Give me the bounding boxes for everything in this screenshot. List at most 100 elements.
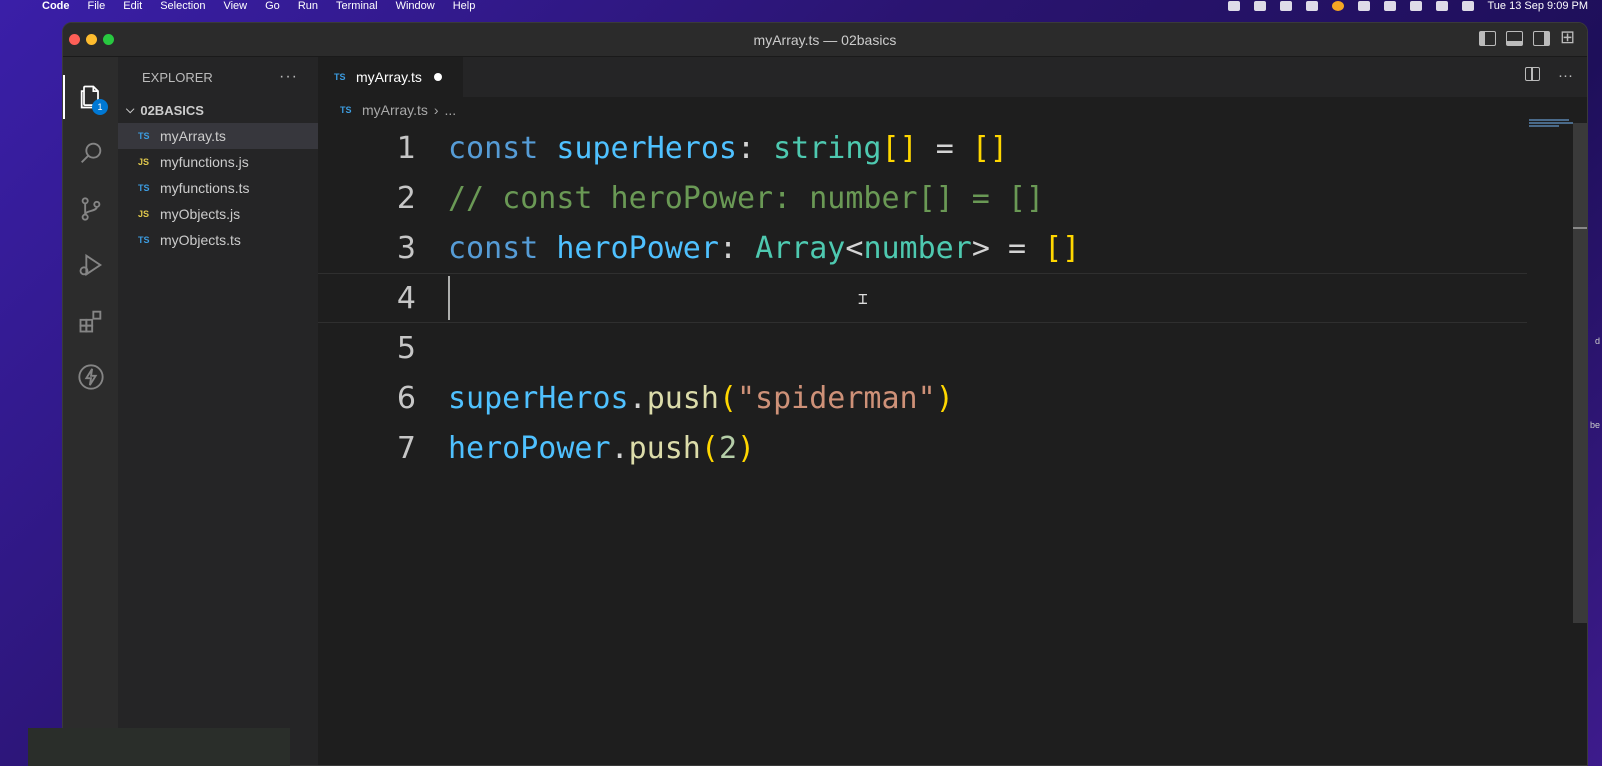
line-number: 3: [396, 230, 416, 266]
menu-help[interactable]: Help: [453, 0, 476, 12]
javascript-file-icon: JS: [138, 209, 150, 219]
editor-more-button[interactable]: ···: [1558, 67, 1573, 84]
window-title: myArray.ts — 02basics: [753, 31, 897, 48]
orange-dot-tray-icon[interactable]: [1331, 1, 1344, 11]
typescript-file-icon: TS: [334, 72, 346, 82]
code-token: <: [845, 230, 864, 266]
tab-label: myArray.ts: [356, 69, 422, 85]
webcam-overlay: [28, 728, 290, 766]
code-token: Array: [755, 230, 846, 266]
code-editor[interactable]: 1 const superHeros: string[] = [] 2 // c…: [318, 123, 1527, 473]
customize-layout-icon[interactable]: [1560, 27, 1577, 48]
file-item-myobjects-ts[interactable]: TS myObjects.ts: [118, 227, 318, 253]
toggle-panel-icon[interactable]: [1506, 31, 1523, 46]
file-item-myarray-ts[interactable]: TS myArray.ts: [118, 123, 318, 149]
menu-selection[interactable]: Selection: [160, 0, 205, 12]
code-token: >: [971, 230, 990, 266]
camera-tray-icon[interactable]: [1227, 1, 1240, 11]
file-item-myobjects-js[interactable]: JS myObjects.js: [118, 201, 318, 227]
notes-tray-icon[interactable]: [1253, 1, 1266, 11]
edge-label: d: [1594, 336, 1600, 346]
line-number: 6: [396, 380, 416, 416]
code-token: []: [971, 130, 1008, 166]
creative-cloud-tray-icon[interactable]: [1279, 1, 1292, 11]
minimap[interactable]: [1529, 119, 1573, 133]
layout-controls: [1479, 27, 1577, 48]
file-name: myObjects.ts: [160, 232, 241, 248]
code-token: 2: [718, 430, 737, 466]
menu-file[interactable]: File: [88, 0, 106, 12]
code-line[interactable]: 6 superHeros. push("spiderman"): [318, 373, 1527, 423]
tab-myarray-ts[interactable]: TS myArray.ts: [318, 57, 463, 97]
lightning-icon: [77, 364, 104, 390]
menu-edit[interactable]: Edit: [123, 0, 142, 12]
code-token: string: [773, 130, 882, 166]
run-debug-activity-button[interactable]: [63, 237, 118, 293]
typescript-file-icon: TS: [138, 131, 150, 141]
code-line-current[interactable]: 4 ⌶: [318, 273, 1527, 323]
source-control-icon: [81, 197, 100, 221]
zoom-window-button[interactable]: [103, 34, 114, 45]
folder-name: 02BASICS: [140, 102, 204, 118]
minimize-window-button[interactable]: [86, 34, 97, 45]
text-cursor: [448, 276, 450, 320]
search-tray-icon[interactable]: [1435, 1, 1448, 11]
line-number: 7: [396, 430, 416, 466]
edge-label: be: [1589, 420, 1600, 430]
extensions-activity-button[interactable]: [63, 293, 118, 349]
file-item-myfunctions-js[interactable]: JS myfunctions.js: [118, 149, 318, 175]
code-line[interactable]: 7 heroPower. push(2): [318, 423, 1527, 473]
line-number: 5: [396, 330, 416, 366]
code-token: (: [718, 380, 737, 416]
thunder-client-activity-button[interactable]: [63, 349, 118, 405]
code-token: push: [646, 380, 719, 416]
breadcrumb: TS myArray.ts › ...: [318, 97, 1587, 123]
code-line[interactable]: 3 const heroPower: Array < number > = []: [318, 223, 1527, 273]
breadcrumb-symbols[interactable]: ...: [445, 102, 457, 118]
close-window-button[interactable]: [69, 34, 80, 45]
file-item-myfunctions-ts[interactable]: TS myfunctions.ts: [118, 175, 318, 201]
dropbox-tray-icon[interactable]: [1305, 1, 1318, 11]
workspace-folder[interactable]: ⌵ 02BASICS: [118, 97, 318, 123]
editor-actions: ···: [1525, 67, 1573, 84]
bluetooth-tray-icon[interactable]: [1383, 1, 1396, 11]
toggle-secondary-sidebar-icon[interactable]: [1533, 31, 1550, 46]
line-number: 4: [396, 280, 416, 316]
code-line[interactable]: 2 // const heroPower: number[] = []: [318, 173, 1527, 223]
explorer-title: EXPLORER: [142, 69, 213, 85]
file-name: myObjects.js: [160, 206, 241, 222]
file-name: myfunctions.js: [160, 154, 249, 170]
menu-view[interactable]: View: [223, 0, 247, 12]
search-activity-button[interactable]: [63, 125, 118, 181]
download-tray-icon[interactable]: [1357, 1, 1370, 11]
toggle-primary-sidebar-icon[interactable]: [1479, 31, 1496, 46]
source-control-activity-button[interactable]: [63, 181, 118, 237]
explorer-more-button[interactable]: ···: [279, 68, 298, 86]
control-center-tray-icon[interactable]: [1461, 1, 1474, 11]
menu-terminal[interactable]: Terminal: [336, 0, 378, 12]
editor-tabs: TS myArray.ts ···: [318, 57, 1587, 97]
breadcrumb-file[interactable]: myArray.ts: [362, 102, 428, 118]
split-editor-icon[interactable]: [1525, 67, 1540, 81]
window-controls: [69, 34, 114, 45]
code-token: .: [610, 430, 629, 466]
code-comment: // const heroPower: number[] = []: [448, 180, 1045, 216]
code-line[interactable]: 5: [318, 323, 1527, 373]
vertical-scrollbar[interactable]: [1573, 123, 1587, 623]
typescript-file-icon: TS: [340, 105, 352, 115]
code-line[interactable]: 1 const superHeros: string[] = []: [318, 123, 1527, 173]
unsaved-dot-icon[interactable]: [433, 73, 442, 81]
menu-go[interactable]: Go: [265, 0, 280, 12]
title-bar: myArray.ts — 02basics: [63, 23, 1587, 57]
wifi-tray-icon[interactable]: [1409, 1, 1422, 11]
code-token: =: [1007, 230, 1026, 266]
code-token: (: [700, 430, 719, 466]
code-token: number: [863, 230, 972, 266]
menu-window[interactable]: Window: [396, 0, 435, 12]
menubar-clock[interactable]: Tue 13 Sep 9:09 PM: [1488, 0, 1589, 12]
explorer-activity-button[interactable]: 1: [63, 69, 118, 125]
code-token: superHeros: [448, 380, 629, 416]
menu-run[interactable]: Run: [298, 0, 318, 12]
menu-app-name[interactable]: Code: [42, 0, 70, 12]
search-icon: [80, 142, 101, 163]
